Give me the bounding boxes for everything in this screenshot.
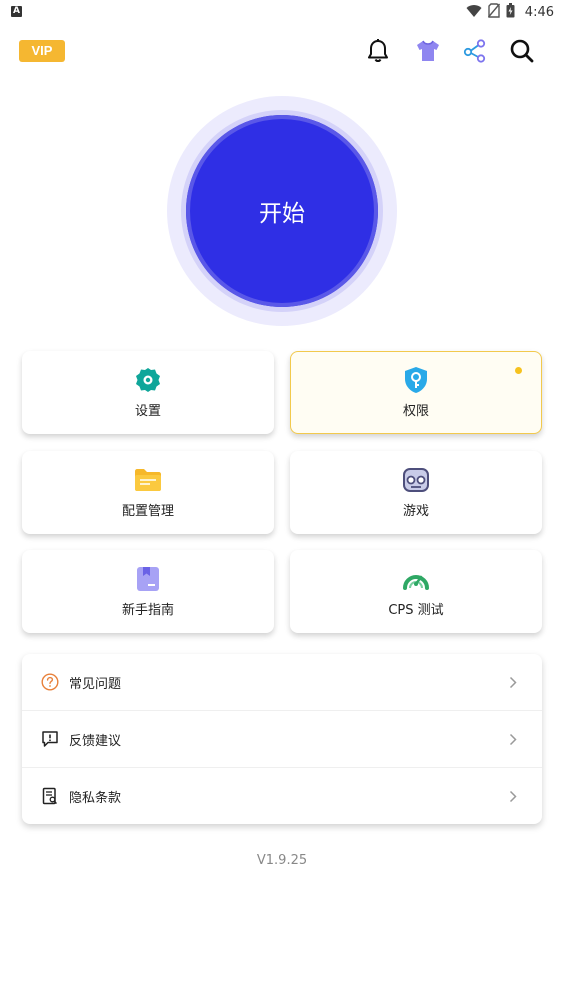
feedback-label: 反馈建议: [69, 733, 122, 749]
shield-key-icon: [402, 366, 430, 394]
new-badge-dot: [515, 367, 522, 374]
beginner-guide-card[interactable]: 新手指南: [22, 550, 274, 633]
shirt-icon[interactable]: [414, 37, 442, 65]
guide-book-icon: [134, 565, 162, 593]
config-management-card[interactable]: 配置管理: [22, 451, 274, 534]
settings-card-label: 设置: [134, 404, 161, 419]
wifi-icon: [466, 3, 482, 22]
feedback-icon: [41, 730, 59, 748]
status-bar: A 4:46: [0, 0, 564, 24]
start-button[interactable]: 开始: [186, 115, 378, 307]
gamepad-icon: [402, 466, 430, 494]
battery-icon: [506, 2, 515, 22]
faq-label: 常见问题: [69, 676, 122, 692]
beginner-guide-card-label: 新手指南: [121, 603, 174, 618]
games-card[interactable]: 游戏: [290, 451, 542, 534]
question-circle-icon: [41, 673, 59, 691]
speedometer-icon: [402, 565, 430, 593]
permissions-card-label: 权限: [402, 404, 429, 419]
start-button-label: 开始: [259, 201, 305, 227]
folder-icon: [134, 466, 162, 494]
status-icons: 4:46: [466, 2, 554, 22]
chevron-right-icon: [508, 789, 518, 803]
bell-icon[interactable]: [364, 37, 392, 65]
status-time: 4:46: [524, 4, 554, 20]
feedback-row[interactable]: 反馈建议: [22, 711, 542, 767]
config-management-card-label: 配置管理: [121, 504, 174, 519]
faq-row[interactable]: 常见问题: [22, 654, 542, 710]
permissions-card[interactable]: 权限: [290, 351, 542, 434]
chevron-right-icon: [508, 732, 518, 746]
privacy-row[interactable]: 隐私条款: [22, 768, 542, 824]
vip-button[interactable]: VIP: [19, 40, 65, 62]
chevron-right-icon: [508, 675, 518, 689]
cps-test-card[interactable]: CPS 测试: [290, 550, 542, 633]
privacy-document-icon: [41, 787, 59, 805]
share-icon[interactable]: [461, 37, 489, 65]
search-icon[interactable]: [508, 37, 536, 65]
no-sim-icon: [487, 2, 500, 22]
games-card-label: 游戏: [402, 504, 429, 519]
gear-icon: [134, 366, 162, 394]
cps-test-card-label: CPS 测试: [388, 603, 444, 618]
help-menu-list: 常见问题 反馈建议 隐私条款: [22, 654, 542, 824]
app-notification-icon: A: [11, 6, 22, 17]
privacy-label: 隐私条款: [69, 790, 122, 806]
settings-card[interactable]: 设置: [22, 351, 274, 434]
version-label: V1.9.25: [256, 853, 308, 868]
